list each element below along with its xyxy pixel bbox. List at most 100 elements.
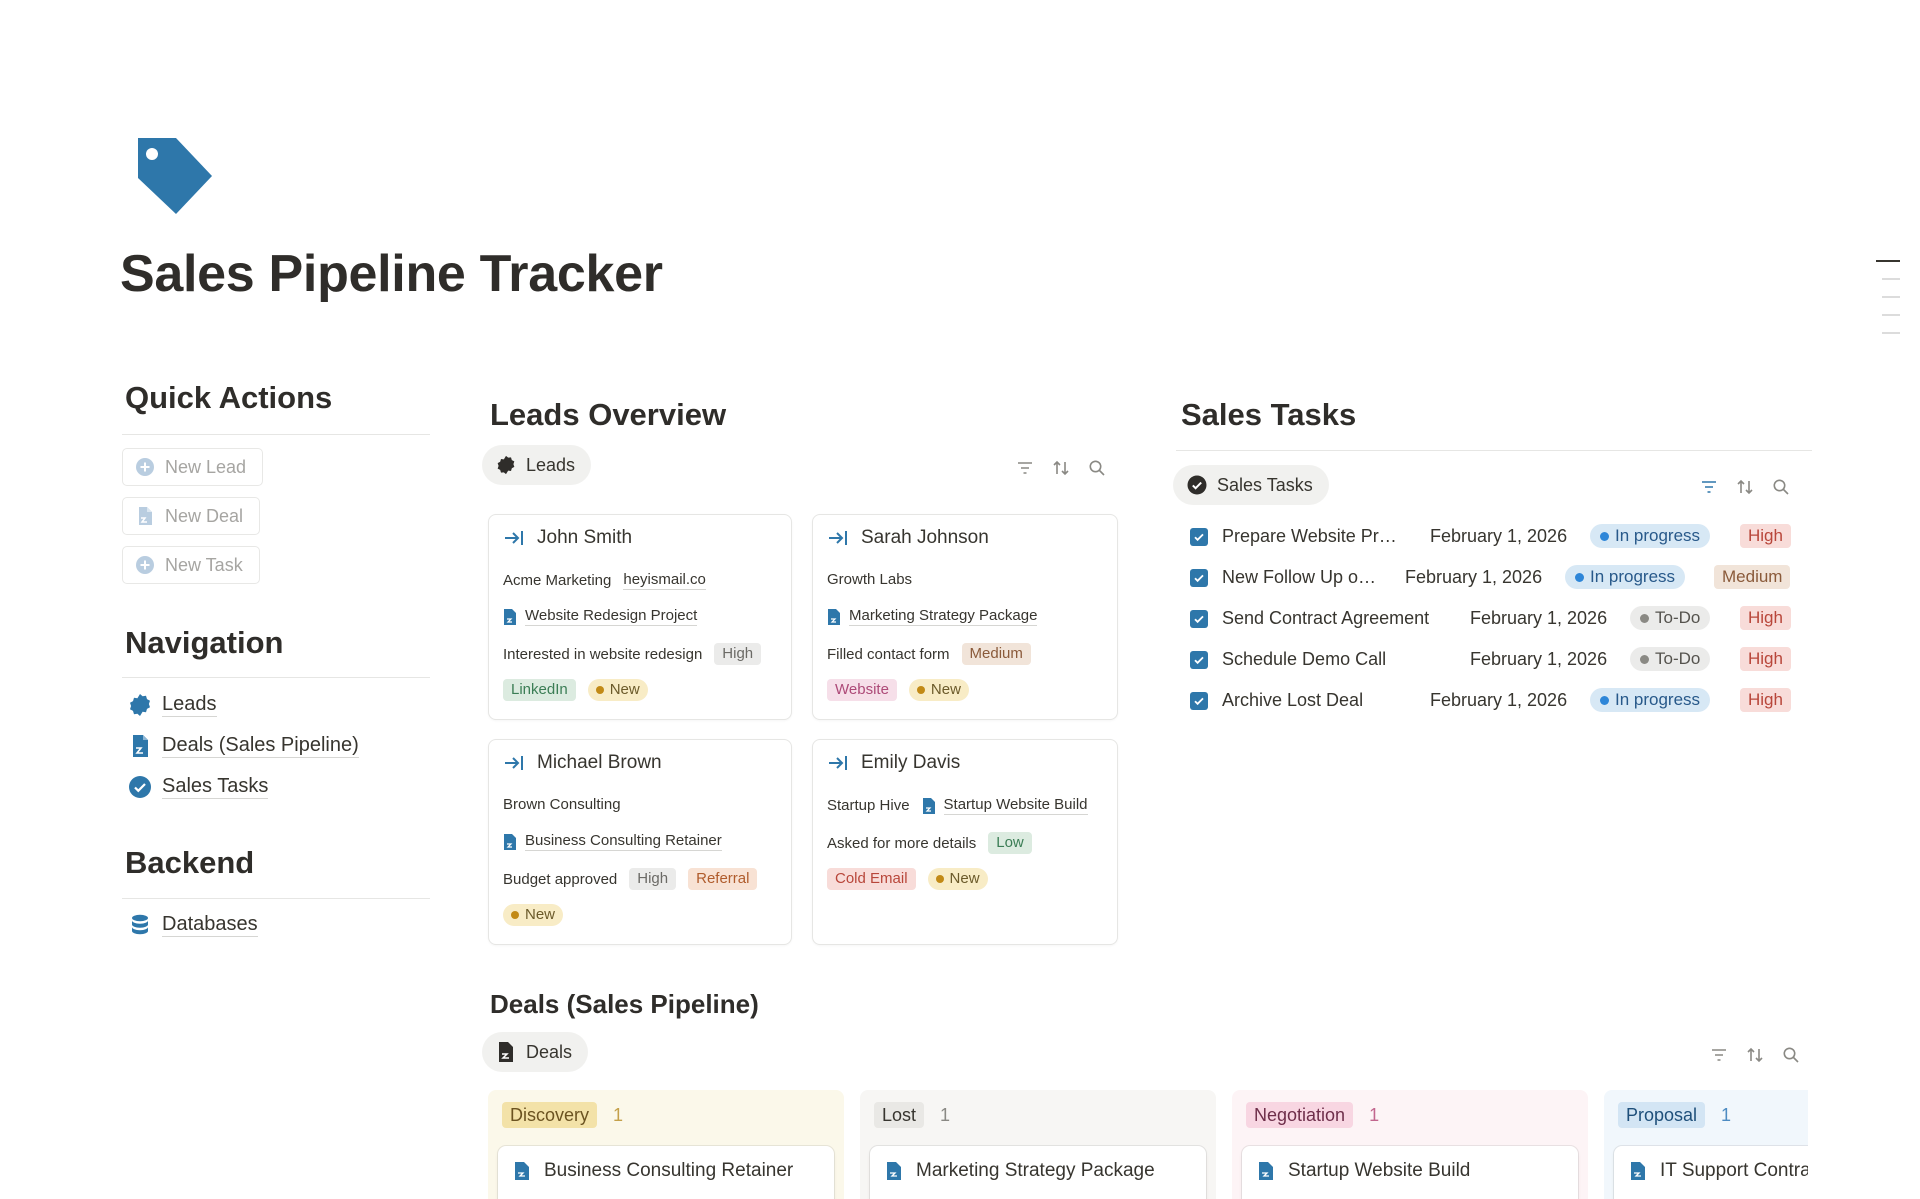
task-status-label: In progress (1615, 690, 1701, 709)
lead-deal-relation[interactable]: Website Redesign Project (503, 607, 698, 626)
task-priority: High (1740, 647, 1791, 671)
arrow-to-line-icon (827, 527, 849, 549)
toc-line[interactable] (1882, 314, 1900, 316)
deal-name: Marketing Strategy Package (916, 1160, 1155, 1181)
tasks-toolbar (1700, 478, 1790, 496)
lead-deal-relation[interactable]: Startup Website Build (922, 796, 1088, 815)
task-status-label: To-Do (1655, 608, 1701, 627)
new-deal-button[interactable]: New Deal (122, 497, 261, 535)
search-icon[interactable] (1772, 478, 1790, 496)
document-icon (503, 608, 517, 625)
nav-link-sales-tasks[interactable]: Sales Tasks (128, 774, 269, 799)
task-name: Send Contract Agreement (1222, 608, 1430, 628)
sales-tasks-heading: Sales Tasks (1181, 397, 1357, 432)
new-task-button[interactable]: New Task (122, 546, 260, 584)
lead-card[interactable]: Emily Davis Startup Hive Startup Website… (812, 739, 1118, 945)
deal-card[interactable]: Marketing Strategy Package (870, 1146, 1206, 1199)
task-row[interactable]: Prepare Website Pr… February 1, 2026 In … (1188, 522, 1800, 552)
lead-company: Brown Consulting (503, 796, 621, 813)
new-task-label: New Task (165, 554, 243, 575)
task-row[interactable]: New Follow Up o… February 1, 2026 In pro… (1188, 563, 1800, 593)
toc-line[interactable] (1882, 278, 1900, 280)
checkbox-checked-icon[interactable] (1190, 651, 1208, 669)
check-circle-icon (128, 775, 152, 799)
lead-card[interactable]: Michael Brown Brown Consulting Business … (488, 739, 792, 945)
lead-deal-relation[interactable]: Business Consulting Retainer (503, 832, 722, 851)
column-header[interactable]: Negotiation 1 (1246, 1102, 1379, 1128)
nav-link-deals[interactable]: Deals (Sales Pipeline) (128, 733, 359, 758)
checkbox-checked-icon[interactable] (1190, 528, 1208, 546)
badge-icon (496, 455, 516, 475)
document-icon (827, 608, 841, 625)
document-icon (922, 797, 936, 814)
deal-card[interactable]: IT Support Contra (1614, 1146, 1808, 1199)
task-name: Archive Lost Deal (1222, 690, 1364, 710)
toc-line[interactable] (1876, 260, 1900, 262)
checkbox-checked-icon[interactable] (1190, 569, 1208, 587)
table-of-contents[interactable] (1876, 260, 1900, 350)
deal-card[interactable]: Startup Website Build (1242, 1146, 1578, 1199)
lead-card-row: Interested in website redesign High (503, 643, 762, 665)
lead-deal-relation[interactable]: Marketing Strategy Package (827, 607, 1038, 626)
lead-name: Emily Davis (861, 752, 961, 773)
lead-name: Sarah Johnson (861, 527, 989, 548)
lead-deal-name: Business Consulting Retainer (525, 832, 722, 851)
lead-card-title[interactable]: Sarah Johnson (827, 527, 989, 549)
lead-card-title[interactable]: Emily Davis (827, 752, 960, 774)
board-column-lost: Lost 1 Marketing Strategy Package (860, 1090, 1216, 1199)
leads-view-tab[interactable]: Leads (482, 445, 592, 485)
notion-page: Sales Pipeline Tracker Quick Actions New… (0, 0, 1920, 1199)
task-priority: High (1740, 606, 1791, 630)
lead-card[interactable]: Sarah Johnson Growth Labs Marketing Stra… (812, 514, 1118, 720)
sort-icon[interactable] (1052, 459, 1070, 477)
search-icon[interactable] (1088, 459, 1106, 477)
lead-card[interactable]: John Smith Acme Marketing heyismail.co W… (488, 514, 792, 720)
price-tag-icon (134, 136, 214, 216)
deals-view-tab[interactable]: Deals (482, 1032, 589, 1072)
task-date: February 1, 2026 (1430, 526, 1568, 546)
sort-icon[interactable] (1746, 1046, 1764, 1064)
filter-icon[interactable] (1710, 1046, 1728, 1064)
column-header[interactable]: Lost 1 (874, 1102, 950, 1128)
column-header[interactable]: Proposal 1 (1618, 1102, 1731, 1128)
lead-card-title[interactable]: John Smith (503, 527, 632, 549)
column-header[interactable]: Discovery 1 (502, 1102, 623, 1128)
document-icon (514, 1162, 530, 1180)
toc-line[interactable] (1882, 296, 1900, 298)
checkbox-checked-icon[interactable] (1190, 610, 1208, 628)
status-tag-label: New (930, 681, 961, 698)
deals-view-label: Deals (526, 1041, 573, 1062)
toc-line[interactable] (1882, 332, 1900, 334)
sort-icon[interactable] (1736, 478, 1754, 496)
nav-link-databases[interactable]: Databases (128, 912, 258, 937)
lead-card-row: Startup Hive Startup Website Build (827, 796, 1088, 815)
search-icon[interactable] (1782, 1046, 1800, 1064)
priority-tag: Medium (961, 643, 1031, 665)
lead-email[interactable]: heyismail.co (623, 571, 706, 590)
plus-circle-icon (135, 457, 155, 477)
lead-card-row: New (503, 904, 564, 926)
task-status: To-Do (1630, 647, 1711, 671)
sales-tasks-view-tab[interactable]: Sales Tasks (1173, 465, 1329, 505)
source-tag: Website (827, 679, 897, 701)
checkbox-checked-icon[interactable] (1190, 692, 1208, 710)
page-title: Sales Pipeline Tracker (120, 245, 663, 303)
nav-link-label: Leads (162, 693, 217, 717)
task-row[interactable]: Send Contract Agreement February 1, 2026… (1188, 604, 1800, 634)
task-date: February 1, 2026 (1470, 608, 1608, 628)
deal-card[interactable]: Business Consulting Retainer (498, 1146, 834, 1199)
new-lead-button[interactable]: New Lead (122, 448, 264, 486)
task-row[interactable]: Archive Lost Deal February 1, 2026 In pr… (1188, 686, 1800, 716)
filter-icon[interactable] (1700, 478, 1718, 496)
source-tag: Cold Email (827, 868, 916, 890)
lead-card-row: Filled contact form Medium (827, 643, 1031, 665)
nav-link-leads[interactable]: Leads (128, 692, 217, 717)
lead-card-title[interactable]: Michael Brown (503, 752, 662, 774)
leads-toolbar (1016, 459, 1106, 477)
lead-card-row: Asked for more details Low (827, 832, 1032, 854)
task-row[interactable]: Schedule Demo Call February 1, 2026 To-D… (1188, 645, 1800, 675)
document-icon (496, 1042, 516, 1062)
arrow-to-line-icon (503, 752, 525, 774)
column-count: 1 (940, 1104, 951, 1125)
filter-icon[interactable] (1016, 459, 1034, 477)
